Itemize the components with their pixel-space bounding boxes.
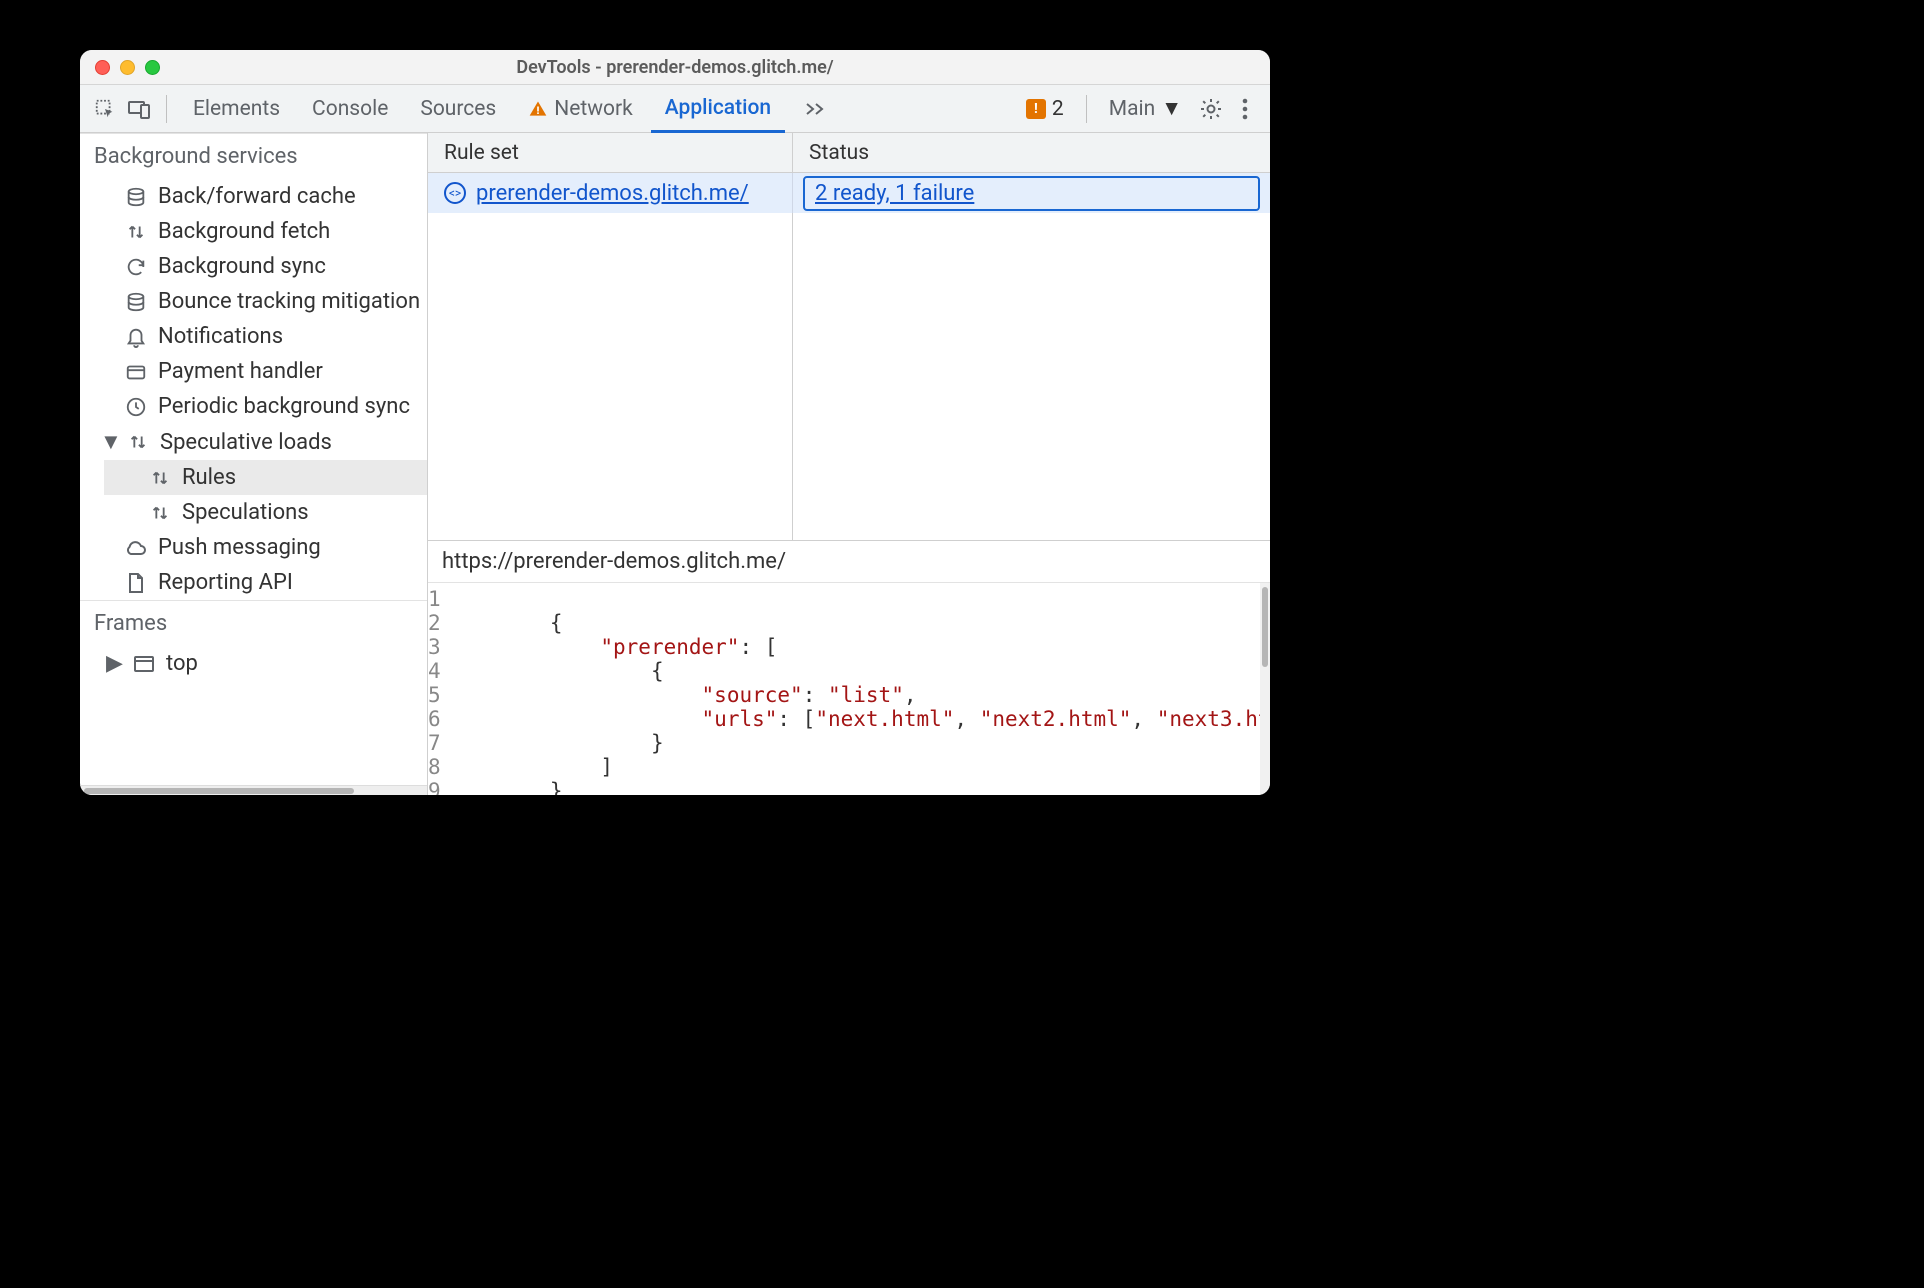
scrollbar-thumb[interactable] — [1262, 587, 1268, 667]
devtools-window: DevTools - prerender-demos.glitch.me/ El… — [80, 50, 1270, 795]
chevron-double-right-icon — [803, 100, 827, 118]
credit-card-icon — [124, 360, 148, 384]
inspect-element-icon[interactable] — [90, 94, 120, 124]
column-ruleset[interactable]: Rule set — [428, 133, 793, 172]
code-icon: <> — [444, 182, 466, 204]
issues-badge[interactable]: ! 2 — [1016, 97, 1074, 121]
bg-services-header: Background services — [80, 133, 427, 179]
sidebar-item-speculations[interactable]: Speculations — [104, 495, 427, 530]
sidebar-item-bounce[interactable]: Bounce tracking mitigation — [80, 284, 427, 319]
sync-icon — [124, 255, 148, 279]
sidebar-h-scrollbar[interactable] — [80, 785, 427, 795]
tab-elements[interactable]: Elements — [179, 85, 294, 132]
database-icon — [124, 290, 148, 314]
database-icon — [124, 185, 148, 209]
sidebar-item-payment[interactable]: Payment handler — [80, 354, 427, 389]
sidebar-item-periodic[interactable]: Periodic background sync — [80, 389, 427, 424]
tab-network[interactable]: Network — [514, 85, 647, 132]
detail-url: https://prerender-demos.glitch.me/ — [428, 541, 1270, 583]
arrows-up-down-icon — [124, 220, 148, 244]
scrollbar-thumb[interactable] — [84, 788, 354, 794]
clock-icon — [124, 395, 148, 419]
bell-icon — [124, 325, 148, 349]
arrows-up-down-icon — [148, 466, 172, 490]
window-icon — [132, 652, 156, 676]
triangle-down-icon: ▼ — [1161, 97, 1182, 121]
status-cell[interactable]: 2 ready, 1 failure — [793, 173, 1270, 213]
settings-icon[interactable] — [1196, 94, 1226, 124]
tab-network-label: Network — [554, 97, 633, 121]
detail-v-scrollbar[interactable] — [1260, 583, 1270, 795]
sidebar-item-notifications[interactable]: Notifications — [80, 319, 427, 354]
devtools-toolbar: Elements Console Sources Network Applica… — [80, 85, 1270, 133]
issues-icon: ! — [1026, 99, 1046, 119]
toolbar-divider — [1086, 95, 1087, 123]
sidebar-item-label: Bounce tracking mitigation — [158, 289, 420, 314]
sidebar-item-rules[interactable]: Rules — [104, 460, 427, 495]
sidebar-item-label: Speculative loads — [160, 430, 332, 455]
more-icon[interactable] — [1230, 94, 1260, 124]
toolbar-divider — [166, 95, 167, 123]
warning-icon — [528, 99, 548, 119]
tab-application[interactable]: Application — [651, 86, 785, 133]
application-sidebar: Background services Back/forward cache B… — [80, 133, 428, 795]
arrows-up-down-icon — [148, 501, 172, 525]
sidebar-item-label: Reporting API — [158, 570, 293, 595]
sidebar-item-label: Periodic background sync — [158, 394, 410, 419]
sidebar-item-label: Notifications — [158, 324, 283, 349]
ruleset-cell[interactable]: <> prerender-demos.glitch.me/ — [428, 173, 793, 213]
sidebar-item-speculative-loads[interactable]: ▼ Speculative loads — [80, 424, 427, 460]
frames-header: Frames — [80, 600, 427, 646]
window-title: DevTools - prerender-demos.glitch.me/ — [80, 57, 1270, 78]
sidebar-item-label: Background fetch — [158, 219, 330, 244]
grid-empty-area — [428, 213, 1270, 540]
ruleset-grid-header: Rule set Status — [428, 133, 1270, 173]
target-label: Main — [1109, 97, 1155, 121]
target-selector[interactable]: Main ▼ — [1099, 85, 1192, 132]
sidebar-item-push[interactable]: Push messaging — [80, 530, 427, 565]
tabs-overflow[interactable] — [789, 85, 841, 132]
content-area: Background services Back/forward cache B… — [80, 133, 1270, 795]
tab-sources[interactable]: Sources — [406, 85, 510, 132]
tab-console[interactable]: Console — [298, 85, 402, 132]
titlebar: DevTools - prerender-demos.glitch.me/ — [80, 50, 1270, 85]
code-viewer[interactable]: 123456789 { "prerender": [ { "source": "… — [428, 583, 1260, 795]
sidebar-item-reporting[interactable]: Reporting API — [80, 565, 427, 600]
ruleset-link[interactable]: prerender-demos.glitch.me/ — [476, 181, 749, 206]
device-toolbar-icon[interactable] — [124, 94, 154, 124]
line-gutter: 123456789 — [428, 583, 449, 795]
cloud-icon — [124, 536, 148, 560]
triangle-right-icon: ▶ — [106, 651, 122, 676]
sidebar-item-label: Rules — [182, 465, 236, 490]
code-lines: { "prerender": [ { "source": "list", "ur… — [449, 583, 1260, 795]
arrows-up-down-icon — [126, 430, 150, 454]
issues-count: 2 — [1052, 97, 1064, 121]
sidebar-item-frame-top[interactable]: ▶ top — [80, 646, 427, 681]
rule-detail: https://prerender-demos.glitch.me/ 12345… — [428, 540, 1270, 795]
sidebar-item-bgfetch[interactable]: Background fetch — [80, 214, 427, 249]
sidebar-item-bfcache[interactable]: Back/forward cache — [80, 179, 427, 214]
file-icon — [124, 571, 148, 595]
status-link[interactable]: 2 ready, 1 failure — [803, 176, 1260, 211]
sidebar-item-bgsync[interactable]: Background sync — [80, 249, 427, 284]
triangle-down-icon: ▼ — [100, 429, 116, 455]
sidebar-item-label: Payment handler — [158, 359, 323, 384]
sidebar-item-label: Back/forward cache — [158, 184, 356, 209]
sidebar-item-label: top — [166, 651, 198, 676]
ruleset-row[interactable]: <> prerender-demos.glitch.me/ 2 ready, 1… — [428, 173, 1270, 213]
sidebar-item-label: Speculations — [182, 500, 309, 525]
sidebar-item-label: Background sync — [158, 254, 326, 279]
sidebar-item-label: Push messaging — [158, 535, 321, 560]
column-status[interactable]: Status — [793, 133, 1270, 172]
main-panel: Rule set Status <> prerender-demos.glitc… — [428, 133, 1270, 795]
